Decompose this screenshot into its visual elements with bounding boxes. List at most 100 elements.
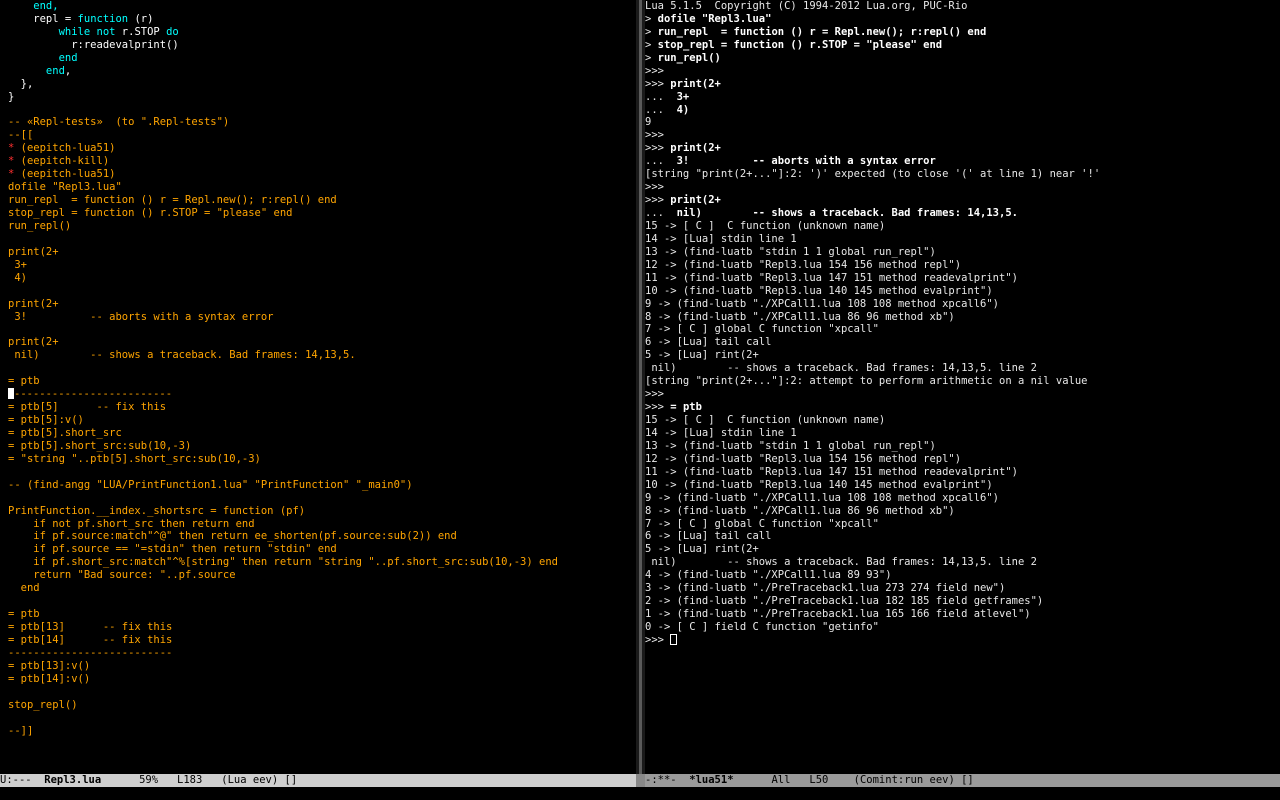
buffer-line[interactable]: repl = function (r)	[8, 13, 636, 26]
buffer-line[interactable]: 14 -> [Lua] stdin line 1	[645, 233, 1280, 246]
buffer-line[interactable]: >>>	[645, 388, 1280, 401]
buffer-line[interactable]: 6 -> [Lua] tail call	[645, 336, 1280, 349]
buffer-line[interactable]: 15 -> [ C ] C function (unknown name)	[645, 220, 1280, 233]
buffer-line[interactable]: * (eepitch-lua51)	[8, 142, 636, 155]
buffer-line[interactable]: 7 -> [ C ] global C function "xpcall"	[645, 323, 1280, 336]
buffer-line[interactable]: 8 -> (find-luatb "./XPCall1.lua 86 96 me…	[645, 505, 1280, 518]
buffer-line[interactable]: >>> print(2+	[645, 78, 1280, 91]
buffer-line[interactable]: -------------------------	[8, 388, 636, 401]
buffer-line[interactable]	[8, 492, 636, 505]
buffer-line[interactable]: dofile "Repl3.lua"	[8, 181, 636, 194]
buffer-line[interactable]: >>>	[645, 65, 1280, 78]
buffer-line[interactable]: print(2+	[8, 246, 636, 259]
buffer-line[interactable]: if pf.source == "=stdin" then return "st…	[8, 543, 636, 556]
buffer-line[interactable]: >>>	[645, 633, 1280, 647]
buffer-line[interactable]: end,	[8, 0, 636, 13]
buffer-line[interactable]: = ptb[14] -- fix this	[8, 634, 636, 647]
buffer-line[interactable]: -- (find-angg "LUA/PrintFunction1.lua" "…	[8, 479, 636, 492]
buffer-line[interactable]: 2 -> (find-luatb "./PreTraceback1.lua 18…	[645, 595, 1280, 608]
buffer-line[interactable]: nil) -- shows a traceback. Bad frames: 1…	[645, 362, 1280, 375]
buffer-line[interactable]: = ptb	[8, 375, 636, 388]
buffer-line[interactable]: stop_repl = function () r.STOP = "please…	[8, 207, 636, 220]
buffer-line[interactable]: end	[8, 582, 636, 595]
buffer-line[interactable]: if pf.short_src:match"^%[string" then re…	[8, 556, 636, 569]
buffer-line[interactable]: >>> print(2+	[645, 194, 1280, 207]
buffer-line[interactable]: 4 -> (find-luatb "./XPCall1.lua 89 93")	[645, 569, 1280, 582]
modeline-buffer-name[interactable]: Repl3.lua	[44, 774, 101, 786]
buffer-line[interactable]: print(2+	[8, 298, 636, 311]
buffer-line[interactable]: ... nil) -- shows a traceback. Bad frame…	[645, 207, 1280, 220]
buffer-line[interactable]	[8, 233, 636, 246]
editor-window-repl3-lua[interactable]: end, repl = function (r) while not r.STO…	[0, 0, 636, 774]
buffer-line[interactable]: > dofile "Repl3.lua"	[645, 13, 1280, 26]
buffer-line[interactable]: 11 -> (find-luatb "Repl3.lua 147 151 met…	[645, 466, 1280, 479]
buffer-line[interactable]: r:readevalprint()	[8, 39, 636, 52]
buffer-line[interactable]: 13 -> (find-luatb "stdin 1 1 global run_…	[645, 246, 1280, 259]
buffer-line[interactable]: 12 -> (find-luatb "Repl3.lua 154 156 met…	[645, 453, 1280, 466]
buffer-line[interactable]	[8, 712, 636, 725]
buffer-line[interactable]: if not pf.short_src then return end	[8, 518, 636, 531]
buffer-line[interactable]: run_repl()	[8, 220, 636, 233]
buffer-line[interactable]	[8, 686, 636, 699]
buffer-line[interactable]: 13 -> (find-luatb "stdin 1 1 global run_…	[645, 440, 1280, 453]
buffer-line[interactable]: 14 -> [Lua] stdin line 1	[645, 427, 1280, 440]
buffer-line[interactable]: = ptb[13] -- fix this	[8, 621, 636, 634]
buffer-line[interactable]: stop_repl()	[8, 699, 636, 712]
buffer-line[interactable]: print(2+	[8, 336, 636, 349]
modeline-buffer-name[interactable]: *lua51*	[689, 774, 733, 786]
buffer-line[interactable]: },	[8, 78, 636, 91]
buffer-line[interactable]: 3 -> (find-luatb "./PreTraceback1.lua 27…	[645, 582, 1280, 595]
buffer-line[interactable]: 10 -> (find-luatb "Repl3.lua 140 145 met…	[645, 479, 1280, 492]
buffer-line[interactable]: 3! -- aborts with a syntax error	[8, 311, 636, 324]
buffer-line[interactable]: >>> print(2+	[645, 142, 1280, 155]
buffer-line[interactable]	[8, 362, 636, 375]
buffer-line[interactable]: >>> = ptb	[645, 401, 1280, 414]
buffer-line[interactable]: 10 -> (find-luatb "Repl3.lua 140 145 met…	[645, 285, 1280, 298]
buffer-line[interactable]: 5 -> [Lua] rint(2+	[645, 349, 1280, 362]
buffer-line[interactable]: PrintFunction.__index._shortsrc = functi…	[8, 505, 636, 518]
code-buffer[interactable]: end, repl = function (r) while not r.STO…	[8, 0, 636, 737]
buffer-line[interactable]: [string "print(2+..."]:2: ')' expected (…	[645, 168, 1280, 181]
buffer-line[interactable]: 9	[645, 116, 1280, 129]
buffer-line[interactable]: >>>	[645, 181, 1280, 194]
buffer-line[interactable]: 6 -> [Lua] tail call	[645, 530, 1280, 543]
buffer-line[interactable]: = ptb[13]:v()	[8, 660, 636, 673]
buffer-line[interactable]: ... 3+	[645, 91, 1280, 104]
buffer-line[interactable]: 7 -> [ C ] global C function "xpcall"	[645, 518, 1280, 531]
buffer-line[interactable]: >>>	[645, 129, 1280, 142]
buffer-line[interactable]: run_repl = function () r = Repl.new(); r…	[8, 194, 636, 207]
buffer-line[interactable]	[8, 285, 636, 298]
buffer-line[interactable]	[8, 104, 636, 117]
buffer-line[interactable]: Lua 5.1.5 Copyright (C) 1994-2012 Lua.or…	[645, 0, 1280, 13]
buffer-line[interactable]: 12 -> (find-luatb "Repl3.lua 154 156 met…	[645, 259, 1280, 272]
buffer-line[interactable]: * (eepitch-kill)	[8, 155, 636, 168]
buffer-line[interactable]	[8, 466, 636, 479]
buffer-line[interactable]: [string "print(2+..."]:2: attempt to per…	[645, 375, 1280, 388]
buffer-line[interactable]: 9 -> (find-luatb "./XPCall1.lua 108 108 …	[645, 298, 1280, 311]
buffer-line[interactable]: nil) -- shows a traceback. Bad frames: 1…	[8, 349, 636, 362]
buffer-line[interactable]: while not r.STOP do	[8, 26, 636, 39]
buffer-line[interactable]: nil) -- shows a traceback. Bad frames: 1…	[645, 556, 1280, 569]
repl-buffer[interactable]: Lua 5.1.5 Copyright (C) 1994-2012 Lua.or…	[645, 0, 1280, 647]
buffer-line[interactable]: 15 -> [ C ] C function (unknown name)	[645, 414, 1280, 427]
buffer-line[interactable]: --[[	[8, 129, 636, 142]
buffer-line[interactable]: > run_repl = function () r = Repl.new();…	[645, 26, 1280, 39]
buffer-line[interactable]: * (eepitch-lua51)	[8, 168, 636, 181]
buffer-line[interactable]: 4)	[8, 272, 636, 285]
buffer-line[interactable]: ... 4)	[645, 104, 1280, 117]
buffer-line[interactable]	[8, 595, 636, 608]
buffer-line[interactable]: end	[8, 52, 636, 65]
buffer-line[interactable]: 5 -> [Lua] rint(2+	[645, 543, 1280, 556]
buffer-line[interactable]: }	[8, 91, 636, 104]
minibuffer[interactable]	[0, 787, 1280, 800]
buffer-line[interactable]: end,	[8, 65, 636, 78]
buffer-line[interactable]: 11 -> (find-luatb "Repl3.lua 147 151 met…	[645, 272, 1280, 285]
buffer-line[interactable]: 1 -> (find-luatb "./PreTraceback1.lua 16…	[645, 608, 1280, 621]
buffer-line[interactable]: 9 -> (find-luatb "./XPCall1.lua 108 108 …	[645, 492, 1280, 505]
buffer-line[interactable]: = ptb[5].short_src:sub(10,-3)	[8, 440, 636, 453]
buffer-line[interactable]: return "Bad source: "..pf.source	[8, 569, 636, 582]
modeline-left[interactable]: U:--- Repl3.lua 59% L183 (Lua eev) []	[0, 774, 636, 787]
buffer-line[interactable]: > stop_repl = function () r.STOP = "plea…	[645, 39, 1280, 52]
buffer-line[interactable]: = ptb[14]:v()	[8, 673, 636, 686]
window-divider[interactable]	[636, 0, 645, 774]
